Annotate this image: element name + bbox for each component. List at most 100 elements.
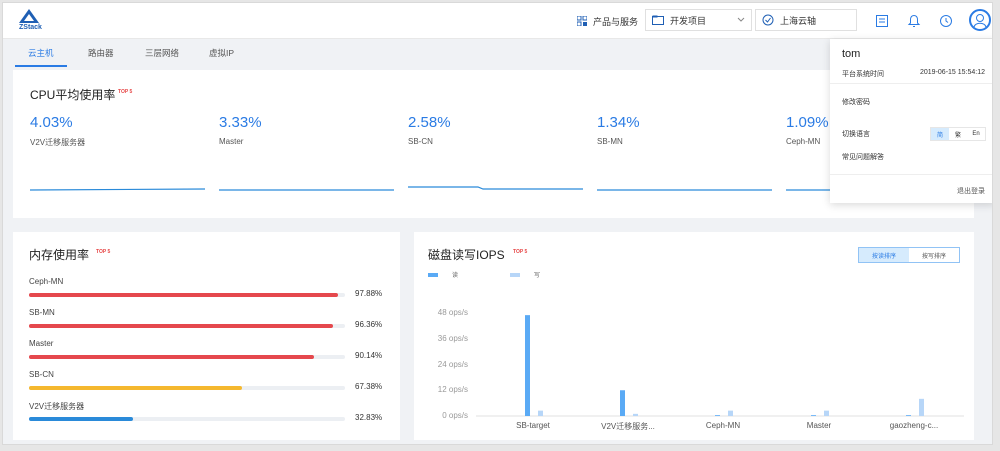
- history-icon[interactable]: [939, 14, 953, 28]
- legend-write-label: 写: [534, 273, 541, 279]
- read-bar[interactable]: [620, 390, 625, 416]
- cpu-sparkline: [597, 189, 772, 191]
- memory-bar-fill: [29, 386, 242, 390]
- change-password-link[interactable]: 修改密码: [842, 97, 870, 107]
- sort-by-write-button[interactable]: 按写排序: [909, 248, 959, 262]
- document-icon[interactable]: [875, 14, 889, 28]
- grid-icon: [577, 16, 587, 26]
- y-tick-label: 0 ops/s: [442, 411, 468, 420]
- divider: [830, 83, 992, 84]
- memory-bar-fill: [29, 417, 133, 421]
- cpu-sparkline: [408, 186, 583, 190]
- memory-row[interactable]: SB-CN 67.38%: [29, 370, 384, 396]
- y-tick-label: 36 ops/s: [437, 333, 468, 343]
- brand-name: ZStack: [19, 24, 42, 31]
- cpu-host-name: Ceph-MN: [786, 137, 821, 146]
- active-tab-indicator: [15, 65, 67, 67]
- popup-username: tom: [842, 48, 861, 60]
- bell-icon[interactable]: [907, 14, 921, 28]
- top5-badge: TOP 5: [118, 89, 133, 95]
- y-tick-label: 48 ops/s: [437, 308, 468, 317]
- avatar[interactable]: [969, 9, 991, 31]
- memory-percent: 97.88%: [355, 289, 383, 298]
- legend-write: 写: [510, 270, 540, 279]
- read-bar[interactable]: [906, 415, 911, 416]
- memory-host-name: V2V迁移服务器: [29, 402, 85, 411]
- cpu-host-name: SB-CN: [408, 137, 433, 146]
- user-popup: tom 平台系统时间 2019-06-15 15:54:12 修改密码 切换语言…: [830, 39, 992, 203]
- memory-percent: 32.83%: [355, 413, 383, 422]
- memory-row[interactable]: Master 90.14%: [29, 339, 384, 365]
- memory-bar-track: [29, 293, 345, 297]
- cpu-host-name: SB-MN: [597, 137, 623, 146]
- memory-percent: 90.14%: [355, 351, 383, 360]
- logout-link[interactable]: 退出登录: [957, 186, 985, 196]
- memory-row[interactable]: V2V迁移服务器 32.83%: [29, 401, 384, 427]
- faq-link[interactable]: 常见问题解答: [842, 152, 884, 162]
- memory-bar-fill: [29, 355, 314, 359]
- lang-english[interactable]: En: [967, 128, 985, 140]
- region-select[interactable]: 上海云轴: [755, 9, 857, 31]
- chevron-down-icon: [737, 17, 745, 22]
- cpu-value: 1.34%: [597, 114, 640, 131]
- zstack-logo[interactable]: ZStack: [19, 9, 49, 33]
- tab-l3-network[interactable]: 三层网络: [145, 47, 179, 59]
- system-time: 2019-06-15 15:54:12: [920, 69, 985, 76]
- memory-percent: 67.38%: [355, 382, 383, 391]
- memory-row[interactable]: Ceph-MN 97.88%: [29, 277, 384, 303]
- cpu-sparkline: [30, 188, 205, 191]
- x-category-label: gaozheng-c...: [889, 421, 939, 430]
- memory-title: 内存使用率: [29, 248, 90, 262]
- cpu-value: 4.03%: [30, 114, 73, 131]
- read-bar[interactable]: [715, 415, 720, 416]
- memory-host-name: Master: [29, 339, 54, 348]
- write-bar[interactable]: [919, 398, 924, 416]
- lang-traditional[interactable]: 繁: [949, 128, 967, 140]
- top5-badge: TOP 5: [513, 249, 528, 255]
- language-switch: 简 繁 En: [930, 127, 986, 141]
- legend-read-label: 读: [452, 273, 459, 279]
- memory-host-name: Ceph-MN: [29, 277, 64, 286]
- write-bar[interactable]: [633, 413, 638, 416]
- region-icon: [762, 14, 774, 26]
- memory-row[interactable]: SB-MN 96.36%: [29, 308, 384, 334]
- cpu-title: CPU平均使用率: [30, 88, 116, 102]
- read-bar[interactable]: [811, 415, 816, 416]
- write-bar[interactable]: [538, 410, 543, 416]
- memory-bar-fill: [29, 293, 339, 297]
- legend-write-swatch: [510, 272, 520, 277]
- user-icon: [973, 14, 987, 28]
- x-category-label: V2V迁移服务...: [601, 422, 655, 431]
- legend-read-swatch: [428, 272, 438, 277]
- divider: [830, 174, 992, 175]
- system-time-label: 平台系统时间: [842, 71, 884, 78]
- cpu-value: 2.58%: [408, 114, 451, 131]
- cpu-sparkline: [219, 189, 394, 191]
- write-bar[interactable]: [728, 410, 733, 416]
- project-select[interactable]: 开发项目: [645, 9, 752, 31]
- memory-percent: 96.36%: [355, 320, 383, 329]
- memory-bar-track: [29, 324, 345, 328]
- memory-host-name: SB-CN: [29, 370, 54, 379]
- products-label: 产品与服务: [593, 16, 639, 27]
- memory-host-name: SB-MN: [29, 308, 55, 317]
- top-bar: ZStack 产品与服务 开发项目 上海云轴: [3, 3, 992, 39]
- tab-vm[interactable]: 云主机: [28, 47, 54, 59]
- cpu-value: 1.09%: [786, 114, 829, 131]
- iops-title: 磁盘读写IOPS: [428, 248, 505, 262]
- legend-read: 读: [428, 270, 458, 279]
- cpu-host-name: V2V迁移服务器: [30, 138, 86, 147]
- x-category-label: SB-target: [516, 421, 550, 430]
- folder-icon: [652, 15, 664, 25]
- lang-simplified[interactable]: 简: [931, 128, 949, 140]
- top5-badge: TOP 5: [96, 249, 111, 255]
- tab-router[interactable]: 路由器: [88, 47, 114, 59]
- memory-bar-fill: [29, 324, 334, 328]
- read-bar[interactable]: [525, 315, 530, 416]
- tab-vip[interactable]: 虚拟IP: [209, 47, 234, 59]
- app-window: ZStack 产品与服务 开发项目 上海云轴 云主机 路由器 三层网络 虚拟IP…: [2, 2, 993, 445]
- x-category-label: Master: [806, 421, 832, 430]
- products-menu[interactable]: 产品与服务: [577, 11, 638, 31]
- write-bar[interactable]: [824, 410, 829, 416]
- sort-by-read-button[interactable]: 按读排序: [859, 248, 909, 262]
